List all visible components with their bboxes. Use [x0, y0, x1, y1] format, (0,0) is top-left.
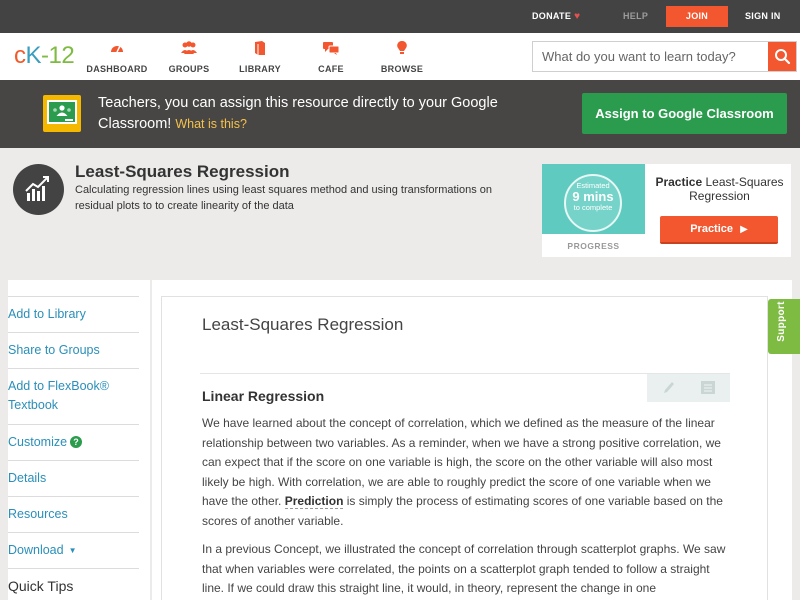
banner-text: Teachers, you can assign this resource d… [98, 95, 498, 132]
sidebar-item-add-to-flexbook[interactable]: Add to FlexBook® Textbook [8, 368, 139, 415]
practice-title-rest: Least-Squares Regression [689, 175, 784, 203]
progress-label: PROGRESS [567, 241, 620, 251]
search-icon [775, 49, 791, 65]
estimated-time: Estimated 9 mins to complete [564, 181, 622, 212]
concept-description: Calculating regression lines using least… [75, 184, 493, 212]
practice-button-label: Practice [690, 223, 734, 235]
download-label: Download [8, 543, 64, 557]
join-button[interactable]: JOIN [666, 6, 728, 27]
nav-cafe-label: CAFE [318, 64, 344, 74]
nav-browse-label: BROWSE [380, 64, 424, 74]
nav-dashboard-label: DASHBOARD [86, 64, 148, 74]
search-input[interactable] [533, 42, 769, 71]
sidebar-item-share-to-groups[interactable]: Share to Groups [8, 332, 139, 360]
sidebar-item-download[interactable]: Download ▼ [8, 532, 139, 560]
practice-button[interactable]: Practice ▶ [660, 216, 778, 244]
paragraph-2: In a previous Concept, we illustrated th… [202, 542, 726, 595]
ck12-logo[interactable]: cK-12 [14, 42, 75, 70]
search-button[interactable] [768, 42, 796, 71]
annotation-tools [647, 374, 730, 402]
logo-k: K [25, 42, 42, 69]
help-question-icon[interactable]: ? [70, 436, 83, 448]
support-tab-label: Support [776, 301, 787, 342]
practice-progress-image: Estimated 9 mins to complete [542, 164, 645, 234]
pencil-icon[interactable] [663, 381, 675, 395]
donate-label: DONATE [532, 11, 572, 21]
practice-title: Practice Least-Squares Regression [648, 175, 791, 203]
assign-to-google-classroom-button[interactable]: Assign to Google Classroom [582, 93, 787, 134]
sidebar-item-details[interactable]: Details [8, 460, 139, 488]
caret-down-icon: ▼ [68, 546, 77, 555]
groups-icon [181, 41, 197, 54]
vocabulary-term-prediction[interactable]: Prediction [284, 494, 344, 509]
paragraph-1: We have learned about the concept of cor… [202, 414, 732, 531]
top-utility-bar: DONATE ♥ HELP JOIN SIGN IN [0, 0, 800, 33]
nav-groups[interactable]: GROUPS [154, 40, 224, 77]
donate-link[interactable]: DONATE ♥ [532, 0, 580, 33]
customize-label: Customize [8, 435, 68, 449]
article-title: Least-Squares Regression [202, 315, 404, 334]
nav-library[interactable]: LIBRARY [225, 40, 295, 77]
notes-icon[interactable] [701, 381, 715, 394]
to-complete-label: to complete [573, 203, 613, 212]
cafe-icon [323, 42, 340, 55]
heart-icon: ♥ [574, 11, 581, 22]
nav-library-label: LIBRARY [239, 64, 281, 74]
banner-message: Teachers, you can assign this resource d… [98, 93, 498, 135]
browse-icon [397, 40, 407, 54]
sidebar-item-add-to-library[interactable]: Add to Library [8, 296, 139, 324]
logo-num: -12 [41, 42, 75, 69]
practice-card: Estimated 9 mins to complete PROGRESS Pr… [542, 164, 791, 257]
support-tab[interactable]: Support [768, 299, 800, 354]
library-icon [255, 41, 265, 55]
chevron-right-icon: ▶ [740, 224, 748, 235]
concept-icon [13, 164, 64, 215]
section-title: Linear Regression [202, 388, 325, 404]
concept-title: Least-Squares Regression [75, 162, 290, 181]
what-is-this-link[interactable]: What is this? [175, 117, 247, 131]
nav-dashboard[interactable]: DASHBOARD [82, 40, 152, 77]
sidebar-item-resources[interactable]: Resources [8, 496, 139, 524]
practice-title-bold: Practice [655, 175, 703, 189]
nav-groups-label: GROUPS [168, 64, 210, 74]
estimated-minutes: 9 mins [572, 189, 614, 204]
trend-chart-icon [25, 176, 49, 201]
google-classroom-icon [43, 95, 81, 132]
sign-in-link[interactable]: SIGN IN [745, 0, 781, 33]
dashboard-icon [111, 45, 123, 53]
nav-browse[interactable]: BROWSE [367, 40, 437, 77]
search-box [532, 41, 797, 72]
quick-tips-heading: Quick Tips [8, 568, 139, 596]
help-link[interactable]: HELP [623, 0, 648, 33]
google-classroom-banner: Teachers, you can assign this resource d… [0, 80, 800, 148]
classroom-board-icon [47, 100, 77, 124]
main-nav-bar: cK-12 DASHBOARD GROUPS LIBRARY CAFE BROW… [0, 33, 800, 80]
nav-cafe[interactable]: CAFE [296, 40, 366, 77]
sidebar-item-customize[interactable]: Customize? [8, 424, 139, 452]
logo-c: c [14, 42, 26, 69]
